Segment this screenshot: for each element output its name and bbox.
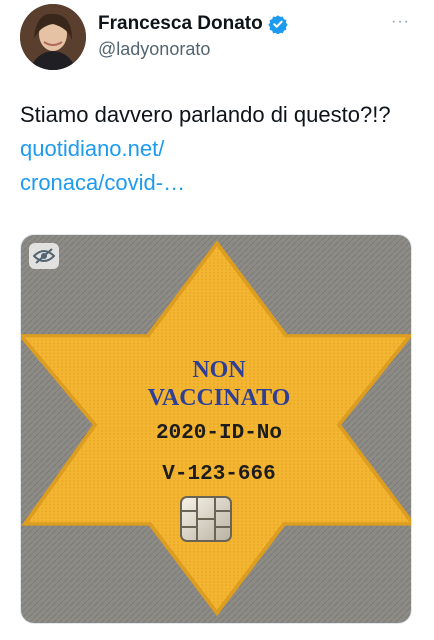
- star-text-line2: VACCINATO: [148, 385, 291, 411]
- display-name[interactable]: Francesca Donato: [98, 12, 263, 36]
- more-icon[interactable]: ···: [391, 14, 410, 30]
- tweet-body: Stiamo davvero parlando di questo?!?: [20, 102, 391, 127]
- name-row: Francesca Donato: [98, 12, 288, 36]
- verified-badge-icon: [268, 14, 288, 35]
- tweet-link[interactable]: quotidiano.net/cronaca/covid-…: [20, 136, 185, 195]
- tweet-text: Stiamo davvero parlando di questo?!? quo…: [20, 98, 400, 200]
- media-image: NON VACCINATO 2020-ID-No V-123-666: [21, 235, 411, 623]
- author-block: Francesca Donato @ladyonorato: [98, 12, 288, 61]
- chip-icon: [180, 496, 232, 542]
- tweet-media[interactable]: NON VACCINATO 2020-ID-No V-123-666: [20, 234, 412, 624]
- star-text-line3: 2020-ID-No: [156, 422, 282, 445]
- handle[interactable]: @ladyonorato: [98, 37, 288, 61]
- tweet-header: Francesca Donato @ladyonorato ···: [20, 4, 414, 72]
- star-text-line1: NON: [192, 357, 246, 383]
- star-text-line4: V-123-666: [162, 463, 275, 486]
- eye-slash-icon[interactable]: [29, 243, 59, 269]
- avatar[interactable]: [20, 4, 86, 70]
